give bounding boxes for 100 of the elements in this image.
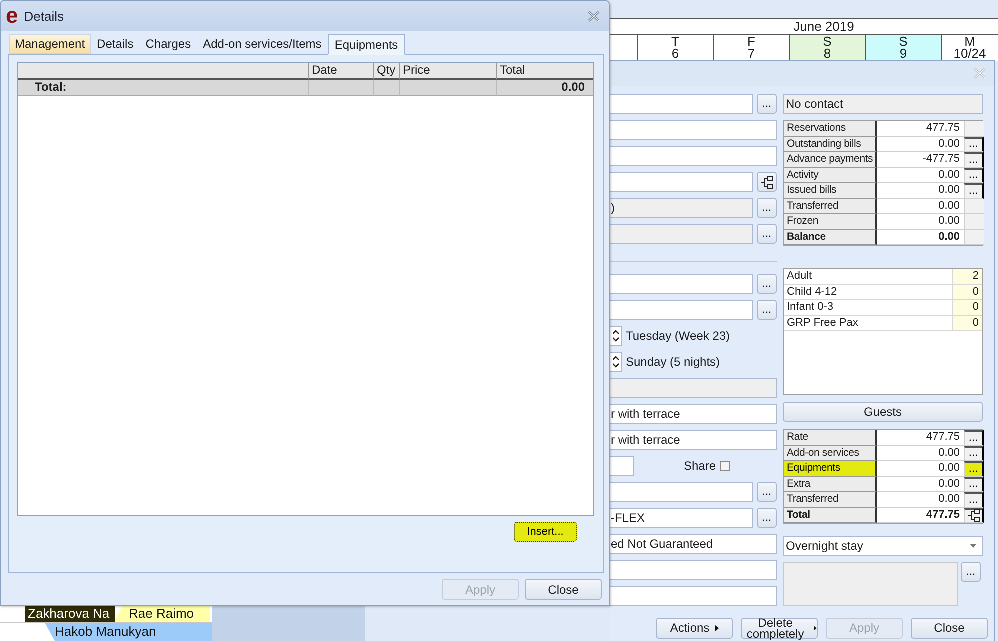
row-label: Extra (784, 476, 877, 492)
browse-button[interactable]: ... (964, 152, 984, 168)
table-cell (964, 121, 984, 136)
dialog-button[interactable]: Close (525, 579, 602, 600)
text-field[interactable]: r with terrace (610, 404, 777, 424)
row-label: Activity (784, 168, 877, 183)
guest-count-cell[interactable]: 2 (952, 269, 982, 284)
text-field[interactable]: r with terrace (610, 430, 777, 450)
tree-button[interactable] (757, 172, 777, 192)
browse-button[interactable]: ... (757, 224, 777, 244)
text-field[interactable]: -FLEX (610, 508, 753, 528)
tree-icon (761, 176, 773, 188)
window-title: Details (24, 8, 65, 24)
text-field[interactable] (610, 172, 753, 192)
dropdown-arrow-icon (970, 544, 977, 548)
browse-button[interactable]: ... (757, 300, 777, 320)
share-checkbox[interactable] (720, 461, 730, 471)
spin-field[interactable] (610, 326, 622, 346)
text-field[interactable] (610, 94, 753, 114)
column-header: Qty (374, 63, 400, 80)
browse-button[interactable]: ... (964, 476, 984, 492)
row-label: Transferred (784, 198, 877, 214)
booking-bar[interactable]: Zakharova Na (25, 605, 115, 622)
text-field[interactable] (610, 300, 753, 320)
guest-type-label: Infant 0-3 (784, 300, 952, 316)
column-header: Date (309, 63, 374, 80)
row-label: Rate (784, 430, 877, 446)
guests-button[interactable]: Guests (783, 402, 983, 422)
spinner-icon (612, 330, 618, 342)
text-field[interactable] (610, 146, 777, 166)
insert-button[interactable]: Insert... (514, 522, 577, 542)
text-field[interactable] (610, 274, 753, 294)
action-button[interactable]: Close (911, 618, 988, 639)
row-label: Equipments (784, 461, 877, 476)
guest-count-cell[interactable]: 0 (952, 300, 982, 316)
action-button[interactable]: Actions (656, 618, 733, 639)
tab[interactable]: Details (91, 34, 140, 54)
browse-button[interactable]: ... (964, 492, 984, 508)
date-label: Sunday (5 nights) (626, 355, 720, 369)
close-icon (974, 68, 986, 79)
browse-button[interactable]: ... (964, 430, 984, 446)
browse-button[interactable]: ... (757, 274, 777, 294)
text-field[interactable] (610, 456, 634, 476)
row-label: Add-on services (784, 446, 877, 461)
column-header: Price (400, 63, 497, 80)
row-label: Total (784, 508, 877, 523)
share-label: Share (684, 459, 716, 473)
browse-button[interactable]: ... (964, 446, 984, 461)
browse-button[interactable]: ... (757, 508, 777, 528)
tree-button[interactable] (964, 508, 984, 523)
table-cell (964, 230, 984, 245)
tab[interactable]: Management (9, 34, 92, 54)
day-header: S 8 (790, 35, 866, 61)
table-cell (964, 198, 984, 214)
row-label: Transferred (784, 492, 877, 508)
table-cell (374, 80, 400, 96)
text-field[interactable] (610, 224, 753, 244)
text-field[interactable] (610, 120, 777, 140)
tab[interactable]: Add-on services/Items (197, 34, 328, 54)
browse-button[interactable]: ... (964, 461, 984, 476)
stay-type-dropdown[interactable]: Overnight stay (783, 536, 983, 556)
text-field[interactable]: ed Not Guaranteed (610, 534, 777, 554)
browse-button[interactable]: ... (964, 183, 984, 198)
table-cell (309, 80, 374, 96)
tab[interactable]: Charges (140, 34, 198, 54)
browse-button[interactable]: ... (961, 562, 981, 582)
contact-field: No contact (783, 94, 983, 114)
row-label: Advance payments (784, 152, 877, 168)
browse-button[interactable]: ... (964, 136, 984, 152)
guest-count-cell[interactable]: 0 (952, 284, 982, 300)
text-field[interactable] (610, 482, 753, 502)
text-field[interactable] (610, 586, 777, 606)
browse-button[interactable]: ... (964, 168, 984, 183)
booking-bar[interactable]: Hakob Manukyan (45, 623, 212, 641)
text-field[interactable] (610, 378, 777, 398)
guest-type-label: Child 4-12 (784, 284, 952, 300)
guest-type-label: Adult (784, 269, 952, 284)
spin-field[interactable] (610, 352, 622, 372)
browse-button[interactable]: ... (757, 482, 777, 502)
guest-count-cell[interactable]: 0 (952, 316, 982, 331)
browse-button[interactable]: ... (757, 94, 777, 114)
close-icon (588, 10, 600, 22)
browse-button[interactable]: ... (757, 198, 777, 218)
booking-bar[interactable]: Rae Raimo (115, 605, 210, 622)
tree-icon (968, 509, 980, 522)
day-header: S 9 (866, 35, 942, 61)
text-field[interactable] (610, 560, 777, 580)
guest-type-label: GRP Free Pax (784, 316, 952, 331)
row-label: Balance (784, 230, 877, 245)
date-label: Tuesday (Week 23) (626, 329, 730, 343)
text-field[interactable]: ) (610, 198, 753, 218)
tab[interactable]: Equipments (328, 34, 406, 55)
row-label: Frozen (784, 214, 877, 230)
action-button[interactable]: Delete completely (741, 618, 818, 639)
row-label: Outstanding bills (784, 136, 877, 152)
row-label: Reservations (784, 121, 877, 136)
total-label: Total: (18, 80, 309, 96)
submenu-arrow-icon (814, 625, 817, 632)
row-label: Issued bills (784, 183, 877, 198)
submenu-arrow-icon (714, 625, 719, 632)
